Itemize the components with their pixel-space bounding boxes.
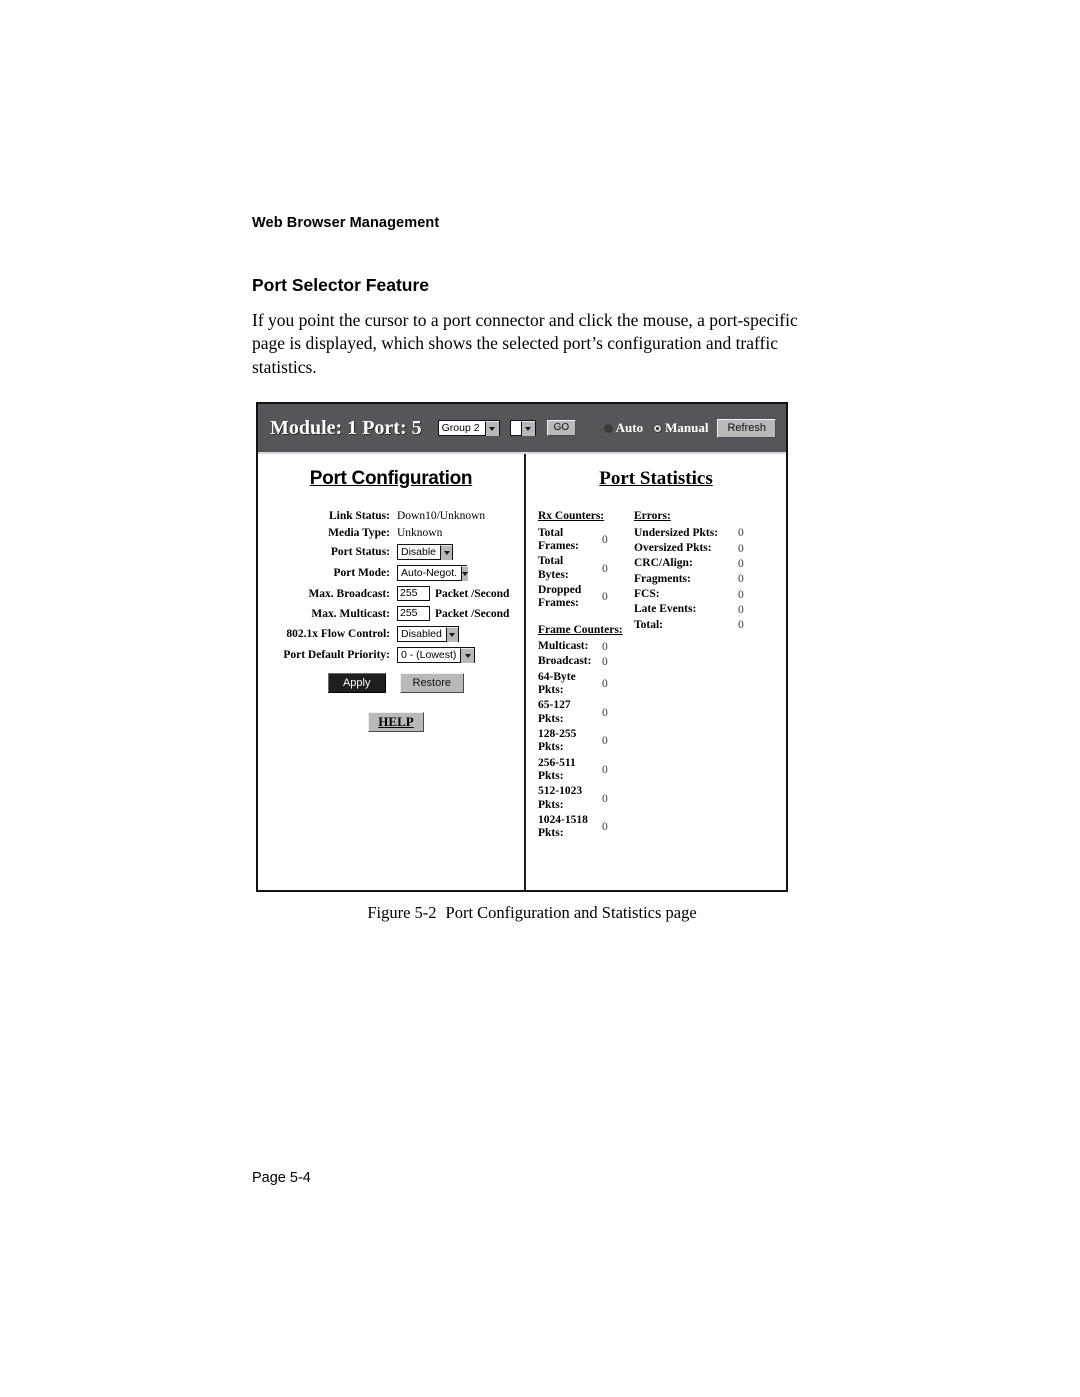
page-title: Port Selector Feature [252,275,429,295]
help-button[interactable]: HELP [368,712,424,732]
screenshot-figure: Module: 1 Port: 5 Group 2 GO Auto Manual… [256,402,788,892]
radio-manual-icon[interactable] [653,423,663,433]
chevron-down-icon [520,420,535,436]
stat-row: 64-Byte Pkts: 0 [538,670,608,697]
errors-title: Errors: [634,510,671,522]
flow-control-select[interactable]: Disabled [397,626,459,642]
port-statistics-heading: Port Statistics [599,468,713,489]
errors-column: Errors: Undersized Pkts: 0 Oversized Pkt… [634,510,786,843]
default-priority-select[interactable]: 0 - (Lowest) [397,647,475,663]
chevron-down-icon [461,565,469,581]
stat-row: Fragments: 0 [634,572,744,586]
rx-and-frame-counters-column: Rx Counters: Total Frames: 0 Total Bytes… [538,510,634,843]
running-head: Web Browser Management [252,215,440,231]
stat-row: Total: 0 [634,618,744,632]
chevron-down-icon [484,420,499,436]
stat-row: Broadcast: 0 [538,655,608,669]
radio-auto[interactable]: Auto [603,420,644,436]
port-statistics-panel: Port Statistics Rx Counters: Total Frame… [526,454,786,890]
screenshot-header-bar: Module: 1 Port: 5 Group 2 GO Auto Manual… [258,404,786,454]
port-configuration-panel: Port Configuration Link Status: Down10/U… [258,454,526,890]
field-default-priority: Port Default Priority: 0 - (Lowest) [258,647,524,663]
figure-caption: Figure 5-2 Port Configuration and Statist… [252,903,812,923]
body-paragraph: If you point the cursor to a port connec… [252,310,798,377]
max-broadcast-unit: Packet /Second [435,587,510,600]
stat-row: Dropped Frames: 0 [538,583,608,610]
document-text-column: Web Browser Management Port Selector Fea… [252,215,812,379]
stat-row: Total Bytes: 0 [538,555,608,581]
stat-row: Total Frames: 0 [538,526,608,552]
figure-number: Figure 5-2 [367,903,437,922]
port-status-select[interactable]: Disable [397,544,453,560]
port-configuration-heading: Port Configuration [309,468,473,489]
stat-row: 256-511 Pkts: 0 [538,756,608,783]
max-multicast-input[interactable]: 255 [397,606,430,621]
chevron-down-icon [460,647,474,663]
statistics-columns: Rx Counters: Total Frames: 0 Total Bytes… [526,510,786,843]
help-button-row: HELP [258,712,524,732]
stat-row: Oversized Pkts: 0 [634,541,744,555]
stat-row: 1024-1518 Pkts: 0 [538,814,608,840]
stat-row: 128-255 Pkts: 0 [538,728,608,754]
port-select[interactable] [509,420,536,436]
group-select[interactable]: Group 2 [437,420,500,436]
field-link-status: Link Status: Down10/Unknown [328,510,486,522]
module-port-title: Module: 1 Port: 5 [270,416,422,439]
rx-counters-title: Rx Counters: [538,510,605,522]
field-port-status: Port Status: Disable [258,544,524,560]
field-max-multicast: Max. Multicast: 255 Packet /Second [311,606,510,621]
screenshot-body: Port Configuration Link Status: Down10/U… [258,454,786,890]
radio-auto-icon[interactable] [603,423,613,433]
restore-button[interactable]: Restore [399,673,465,693]
frame-counters-title: Frame Counters: [538,623,623,636]
config-button-row: Apply Restore [258,673,524,693]
go-button[interactable]: GO [546,420,577,436]
stat-row: Multicast: 0 [538,640,608,653]
radio-auto-label: Auto [615,420,644,435]
stat-row: 65-127 Pkts: 0 [538,699,608,725]
media-type-value: Unknown [397,527,443,539]
radio-manual[interactable]: Manual [653,420,708,436]
field-max-broadcast: Max. Broadcast: 255 Packet /Second [308,586,510,601]
stat-row: Late Events: 0 [634,603,744,616]
field-port-mode: Port Mode: Auto-Negot. [258,565,524,581]
refresh-mode-group: Auto Manual [603,420,718,436]
stat-row: CRC/Align: 0 [634,557,744,570]
stat-row: Undersized Pkts: 0 [634,526,744,540]
field-flow-control: 802.1x Flow Control: Disabled [258,626,524,642]
max-broadcast-input[interactable]: 255 [397,586,430,601]
link-status-value: Down10/Unknown [397,510,486,522]
page-footer: Page 5-4 [252,1170,311,1186]
stat-row: 512-1023 Pkts: 0 [538,785,608,811]
chevron-down-icon [445,626,458,642]
field-media-type: Media Type: Unknown [328,527,443,539]
radio-manual-label: Manual [665,420,709,435]
max-multicast-unit: Packet /Second [435,607,510,620]
refresh-button[interactable]: Refresh [717,418,776,438]
port-mode-select[interactable]: Auto-Negot. [397,565,469,581]
stat-row: FCS: 0 [634,587,744,601]
figure-caption-text: Port Configuration and Statistics page [445,903,697,922]
chevron-down-icon [440,544,452,560]
apply-button[interactable]: Apply [327,673,386,693]
